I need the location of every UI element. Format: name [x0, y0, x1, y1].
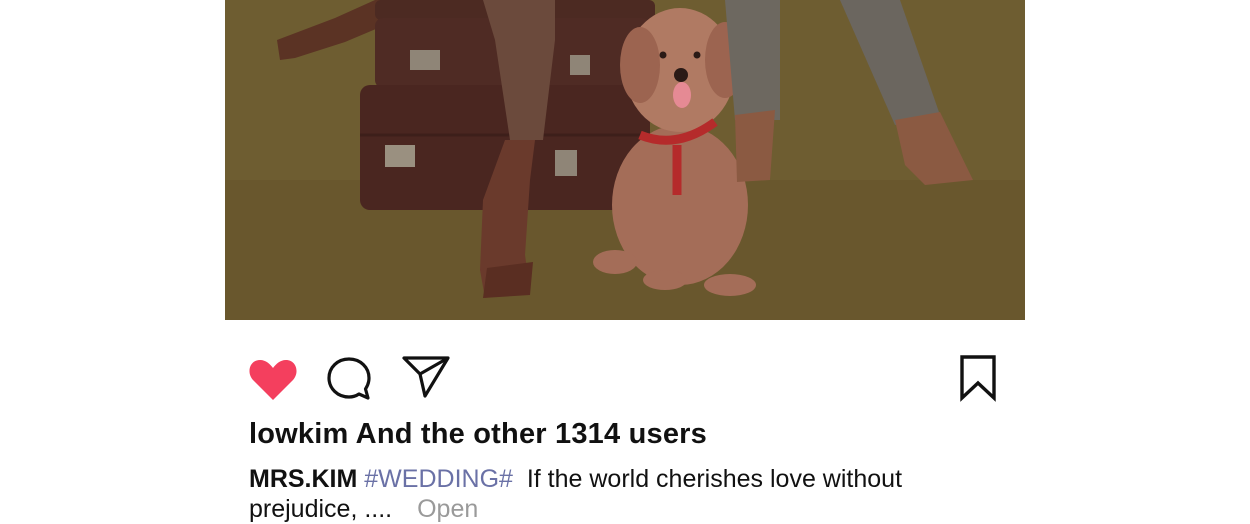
caption-hashtag[interactable]: #WEDDING# [364, 465, 513, 493]
post-photo[interactable] [225, 0, 1025, 320]
post-caption: MRS.KIM #WEDDING# If the world cherishes… [249, 464, 969, 524]
post-actions-bar [0, 350, 1250, 406]
caption-username[interactable]: MRS.KIM [249, 465, 357, 493]
heart-icon[interactable] [248, 358, 298, 402]
caption-open-link[interactable]: Open [417, 495, 478, 523]
likes-summary[interactable]: lowkim And the other 1314 users [249, 418, 707, 451]
send-icon[interactable] [401, 355, 451, 399]
caption-text-line1: If the world cherishes love without [526, 465, 903, 493]
caption-text-line2: prejudice, .... [249, 495, 393, 523]
comment-icon[interactable] [326, 356, 372, 402]
bookmark-icon[interactable] [959, 354, 997, 402]
photo-illustration [225, 0, 1025, 320]
